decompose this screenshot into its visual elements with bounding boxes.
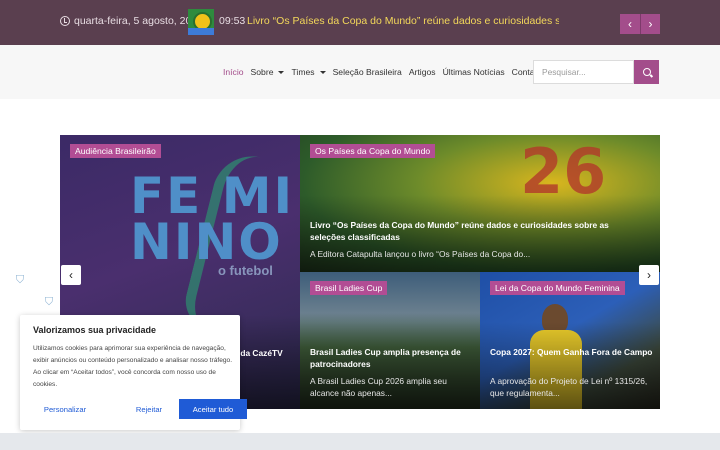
nav-label: Últimas Notícias (442, 67, 505, 77)
cookie-consent-dialog: Valorizamos sua privacidade Utilizamos c… (20, 315, 247, 430)
search-form (533, 60, 659, 84)
featured-card-3[interactable]: Brasil Ladies Cup Brasil Ladies Cup ampl… (300, 272, 480, 409)
date-display: quarta-feira, 5 agosto, 2026 (60, 15, 203, 27)
nav-item-selecao[interactable]: Seleção Brasileira (333, 67, 402, 77)
chevron-left-icon: ‹ (628, 17, 632, 31)
nav-label: Times (291, 67, 315, 77)
ticker-prev-button[interactable]: ‹ (620, 14, 640, 34)
cookie-reject-button[interactable]: Rejeitar (120, 399, 178, 419)
nav-item-artigos[interactable]: Artigos (409, 67, 436, 77)
nav-item-sobre[interactable]: Sobre (251, 67, 285, 77)
ticker-next-button[interactable]: › (640, 14, 660, 34)
bottom-section (0, 433, 720, 450)
slider-prev-button[interactable]: ‹ (61, 265, 81, 285)
slider-next-button[interactable]: › (639, 265, 659, 285)
top-bar: quarta-feira, 5 agosto, 2026 09:53 Livro… (0, 0, 720, 45)
nav-label: Início (223, 67, 244, 77)
search-button[interactable] (634, 60, 659, 84)
search-input[interactable] (533, 60, 634, 84)
card-category-tag[interactable]: Audiência Brasileirão (70, 144, 161, 158)
cookie-heading: Valorizamos sua privacidade (33, 325, 157, 335)
card-category-tag[interactable]: Brasil Ladies Cup (310, 281, 388, 295)
chevron-right-icon: › (647, 268, 651, 282)
nav-item-inicio[interactable]: Início (223, 67, 244, 77)
clock-icon (60, 16, 70, 26)
card-excerpt: A aprovação do Projeto de Lei nº 1315/26… (490, 376, 648, 398)
card-category-tag[interactable]: Lei da Copa do Mundo Feminina (490, 281, 625, 295)
nav-label: Seleção Brasileira (332, 67, 402, 77)
card-title[interactable]: Copa 2027: Quem Ganha Fora de Campo (490, 346, 655, 358)
search-icon (642, 68, 651, 76)
card-excerpt: A Brasil Ladies Cup 2026 amplia seu alca… (310, 376, 447, 398)
nav-item-ultimas-noticias[interactable]: Últimas Notícias (443, 67, 505, 77)
featured-card-4[interactable]: Lei da Copa do Mundo Feminina Copa 2027:… (480, 272, 660, 409)
main-nav: Início Sobre Times Seleção Brasileira Ar… (223, 67, 542, 77)
ticker-time: 09:53 (219, 15, 246, 27)
shield-icon: ⛉ (44, 295, 54, 308)
nav-label: Sobre (250, 67, 274, 77)
site-header: Início Sobre Times Seleção Brasileira Ar… (0, 45, 720, 99)
card-excerpt: A Editora Catapulta lançou o livro “Os P… (310, 249, 531, 259)
date-text: quarta-feira, 5 agosto, 2026 (74, 15, 204, 27)
caret-down-icon (319, 70, 326, 74)
ticker-headline-link[interactable]: Livro “Os Países da Copa do Mundo” reúne… (247, 15, 559, 27)
cookie-customize-button[interactable]: Personalizar (36, 399, 94, 419)
ticker-thumbnail[interactable] (188, 9, 214, 35)
card-art-watermark: o futeboltvBr (68, 263, 300, 278)
nav-label: Artigos (408, 67, 436, 77)
card-art-text: FE MI NINO (130, 167, 295, 271)
cookie-accept-button[interactable]: Aceitar tudo (179, 399, 247, 419)
chevron-left-icon: ‹ (69, 268, 73, 282)
featured-card-2[interactable]: 26 Os Países da Copa do Mundo Livro “Os … (300, 135, 660, 272)
caret-down-icon (278, 70, 285, 74)
nav-item-times[interactable]: Times (291, 67, 326, 77)
card-title[interactable]: Brasil Ladies Cup amplia presença de pat… (310, 346, 475, 370)
chevron-right-icon: › (648, 17, 653, 31)
futebol-text: o futebol (218, 263, 273, 278)
card-title[interactable]: Livro “Os Países da Copa do Mundo” reúne… (310, 219, 640, 243)
card-category-tag[interactable]: Os Países da Copa do Mundo (310, 144, 436, 158)
ticker-controls: ‹ › (620, 14, 660, 34)
cookie-text: Utilizamos cookies para aprimorar sua ex… (33, 345, 233, 388)
shield-icon[interactable]: ⛉ (10, 270, 30, 290)
